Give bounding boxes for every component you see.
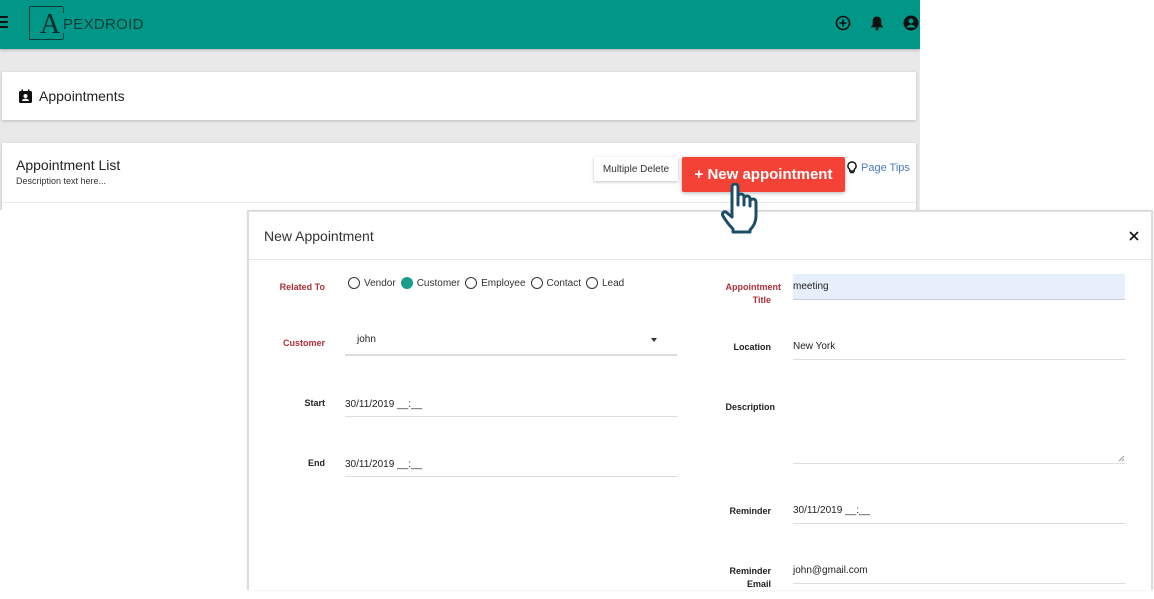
end-value: 30/11/2019 __:__ <box>345 458 423 470</box>
logo[interactable]: A PEXDROID <box>29 6 144 40</box>
multiple-delete-button[interactable]: Multiple Delete <box>594 157 678 181</box>
radio-circle <box>465 277 478 289</box>
add-circle-icon[interactable] <box>834 14 852 32</box>
page-tips-label: Page Tips <box>861 161 910 174</box>
appointment-title-value: meeting <box>793 281 829 292</box>
hand-pointer-icon <box>720 183 758 234</box>
logo-text: PEXDROID <box>63 15 144 33</box>
start-value: 30/11/2019 __:__ <box>345 398 423 410</box>
resize-handle-icon[interactable] <box>1117 454 1125 462</box>
end-label: End <box>308 458 325 468</box>
logo-initial: A <box>40 9 61 40</box>
radio-circle <box>530 277 543 289</box>
top-icons <box>834 14 920 32</box>
related-to-radio-group: Vendor Customer Employee Contact Lead <box>348 277 629 289</box>
radio-label: Lead <box>602 277 625 289</box>
radio-employee[interactable]: Employee <box>465 277 526 289</box>
label-line: Appointment <box>725 282 782 292</box>
radio-circle <box>586 277 598 289</box>
radio-label: Contact <box>546 277 581 289</box>
page-header-card: Appointments <box>2 72 916 120</box>
menu-icon[interactable] <box>0 13 12 33</box>
label-line: Title <box>752 295 771 305</box>
new-appointment-button[interactable]: + New appointment <box>682 157 845 192</box>
page-tips-link[interactable]: Page Tips <box>847 161 910 174</box>
radio-label: Vendor <box>364 277 396 289</box>
appointment-title-input[interactable]: meeting <box>793 274 1125 300</box>
radio-lead[interactable]: Lead <box>586 277 624 289</box>
location-label: Location <box>733 342 772 352</box>
modal-title: New Appointment <box>264 228 374 244</box>
radio-customer[interactable]: Customer <box>400 277 461 289</box>
list-title: Appointment List <box>16 157 121 173</box>
description-label: Description <box>725 402 775 412</box>
bell-icon[interactable] <box>868 14 886 32</box>
reminder-email-label: Reminder Email <box>699 565 771 590</box>
related-to-label: Related To <box>279 282 325 292</box>
radio-circle-checked <box>400 277 413 289</box>
radio-vendor[interactable]: Vendor <box>348 277 396 289</box>
appointment-title-label: Appointment Title <box>699 281 782 307</box>
end-input[interactable]: 30/11/2019 __:__ <box>345 452 677 477</box>
modal-header: New Appointment <box>249 212 1151 260</box>
contact-calendar-icon <box>19 89 32 103</box>
reminder-email-input[interactable]: john@gmail.com <box>793 558 1125 584</box>
reminder-input[interactable]: 30/11/2019 __:__ <box>793 498 1125 524</box>
start-input[interactable]: 30/11/2019 __:__ <box>345 392 677 417</box>
start-label: Start <box>304 398 325 408</box>
customer-label: Customer <box>282 338 325 348</box>
label-line: Reminder <box>729 566 771 576</box>
customer-select[interactable]: john <box>345 328 677 356</box>
account-circle-icon[interactable] <box>902 14 920 32</box>
close-icon[interactable] <box>1127 229 1141 243</box>
lightbulb-icon <box>847 161 857 174</box>
customer-value: john <box>357 334 376 345</box>
reminder-value: 30/11/2019 __:__ <box>793 505 871 516</box>
logo-box: A <box>29 6 64 40</box>
new-appointment-modal: New Appointment Related To Vendor Custom… <box>247 210 1153 590</box>
radio-label: Customer <box>416 277 461 289</box>
radio-contact[interactable]: Contact <box>530 277 581 289</box>
location-input[interactable]: New York <box>793 334 1125 360</box>
divider <box>2 202 916 203</box>
chevron-down-icon <box>651 338 657 342</box>
reminder-label: Reminder <box>729 506 771 516</box>
label-line: Email <box>746 579 771 589</box>
reminder-email-value: john@gmail.com <box>793 565 868 576</box>
list-description: Description text here... <box>16 176 107 186</box>
top-bar: A PEXDROID <box>0 0 920 49</box>
description-textarea[interactable] <box>793 392 1125 464</box>
radio-label: Employee <box>481 277 526 289</box>
radio-circle <box>348 277 360 289</box>
page-title: Appointments <box>39 88 125 104</box>
location-value: New York <box>793 341 836 352</box>
